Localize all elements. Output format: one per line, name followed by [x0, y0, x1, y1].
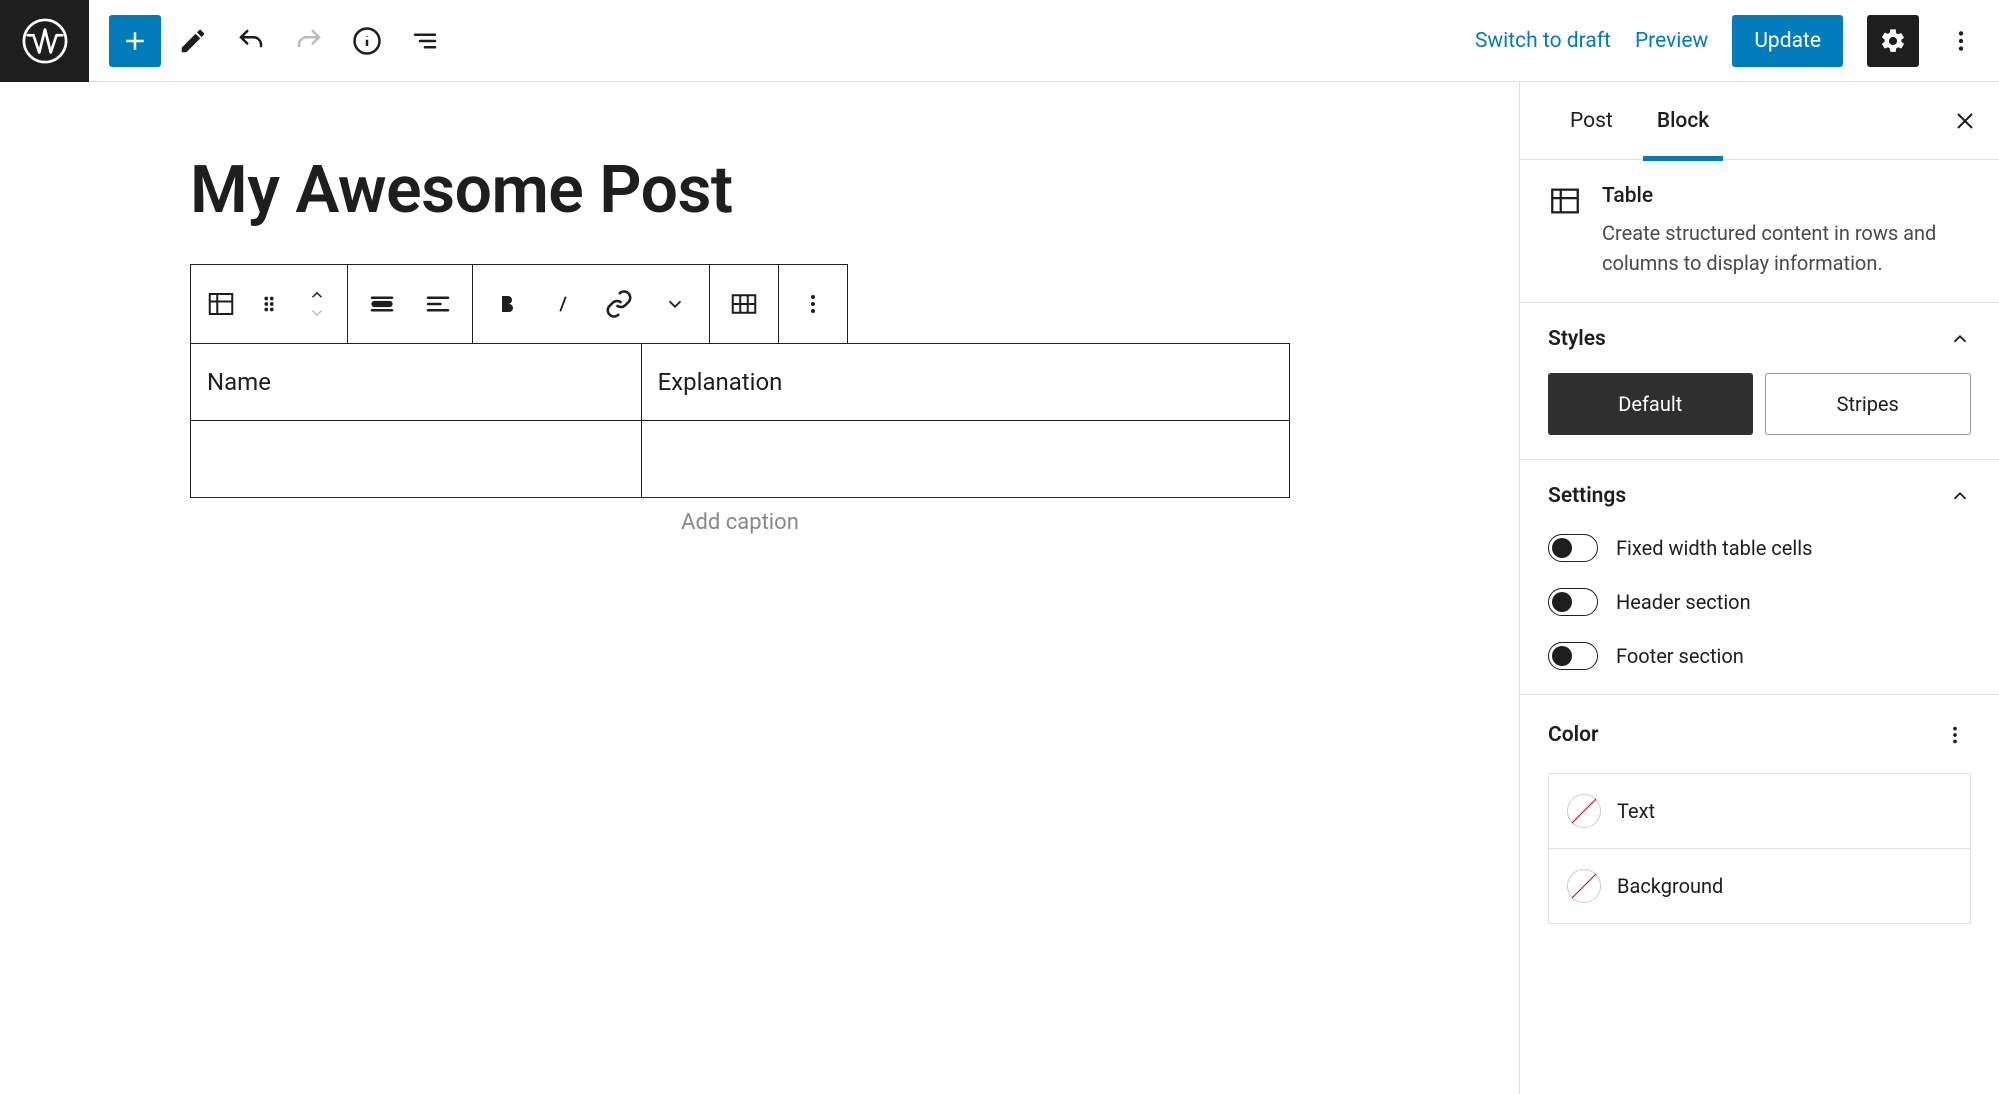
right-tools: Switch to draft Preview Update	[1475, 15, 1999, 67]
table-row[interactable]: Name Explanation	[191, 344, 1290, 421]
update-button[interactable]: Update	[1732, 15, 1843, 67]
table-cell[interactable]: Explanation	[641, 344, 1289, 421]
block-name: Table	[1602, 184, 1971, 208]
table-caption[interactable]: Add caption	[190, 510, 1290, 535]
wordpress-logo[interactable]	[0, 0, 89, 82]
styles-section: Styles Default Stripes	[1520, 303, 1999, 460]
block-toolbar	[190, 264, 848, 344]
sidebar: Post Block Table Create structured conte…	[1519, 82, 1999, 1094]
styles-panel-toggle[interactable]: Styles	[1548, 327, 1971, 351]
table-block[interactable]: Name Explanation	[190, 343, 1290, 498]
tab-post[interactable]: Post	[1548, 82, 1635, 160]
color-label: Color	[1548, 723, 1599, 747]
header-section-toggle[interactable]	[1548, 588, 1598, 616]
table-cell[interactable]	[641, 421, 1289, 498]
move-up-down-buttons[interactable]	[293, 265, 341, 343]
add-block-button[interactable]	[109, 15, 161, 67]
settings-button[interactable]	[1867, 15, 1919, 67]
style-stripes-button[interactable]: Stripes	[1765, 373, 1972, 435]
table-row[interactable]	[191, 421, 1290, 498]
link-button[interactable]	[591, 265, 647, 343]
switch-to-draft-button[interactable]: Switch to draft	[1475, 29, 1611, 53]
text-color-button[interactable]: Text	[1548, 773, 1971, 849]
background-color-button[interactable]: Background	[1548, 849, 1971, 924]
italic-button[interactable]	[535, 265, 591, 343]
main: My Awesome Post	[0, 82, 1999, 1094]
color-panel-head: Color	[1548, 719, 1971, 751]
redo-button[interactable]	[283, 15, 335, 67]
topbar: Switch to draft Preview Update	[0, 0, 1999, 82]
drag-handle-icon[interactable]	[245, 265, 293, 343]
more-rich-text-button[interactable]	[647, 265, 703, 343]
preview-button[interactable]: Preview	[1635, 29, 1708, 53]
color-section: Color Text Background	[1520, 695, 1999, 948]
details-button[interactable]	[341, 15, 393, 67]
empty-swatch-icon	[1567, 794, 1601, 828]
edit-tool-button[interactable]	[167, 15, 219, 67]
chevron-up-icon	[1949, 328, 1971, 350]
fixed-width-toggle[interactable]	[1548, 534, 1598, 562]
list-view-button[interactable]	[399, 15, 451, 67]
settings-label: Settings	[1548, 484, 1626, 508]
close-sidebar-button[interactable]	[1941, 97, 1989, 145]
editor: My Awesome Post	[0, 82, 1519, 1094]
block-info-section: Table Create structured content in rows …	[1520, 160, 1999, 303]
align-button[interactable]	[354, 265, 410, 343]
style-default-button[interactable]: Default	[1548, 373, 1753, 435]
text-align-button[interactable]	[410, 265, 466, 343]
table-cell[interactable]	[191, 421, 642, 498]
settings-section: Settings Fixed width table cells Header …	[1520, 460, 1999, 695]
block-type-icon[interactable]	[197, 265, 245, 343]
text-color-label: Text	[1617, 799, 1655, 823]
fixed-width-label: Fixed width table cells	[1616, 536, 1812, 560]
footer-section-toggle[interactable]	[1548, 642, 1598, 670]
bold-button[interactable]	[479, 265, 535, 343]
settings-panel-toggle[interactable]: Settings	[1548, 484, 1971, 508]
tab-block[interactable]: Block	[1635, 82, 1731, 160]
color-more-options-button[interactable]	[1939, 719, 1971, 751]
table-icon	[1548, 184, 1582, 278]
chevron-up-icon	[1949, 485, 1971, 507]
post-title[interactable]: My Awesome Post	[190, 152, 1519, 229]
background-color-label: Background	[1617, 874, 1723, 898]
undo-button[interactable]	[225, 15, 277, 67]
sidebar-tabs: Post Block	[1520, 82, 1999, 160]
table-cell[interactable]: Name	[191, 344, 642, 421]
empty-swatch-icon	[1567, 869, 1601, 903]
block-description: Create structured content in rows and co…	[1602, 218, 1971, 278]
more-options-button[interactable]	[1943, 15, 1979, 67]
block-more-options-button[interactable]	[785, 265, 841, 343]
header-section-label: Header section	[1616, 590, 1751, 614]
styles-label: Styles	[1548, 327, 1606, 351]
edit-table-button[interactable]	[716, 265, 772, 343]
left-tools	[89, 15, 451, 67]
footer-section-label: Footer section	[1616, 644, 1744, 668]
